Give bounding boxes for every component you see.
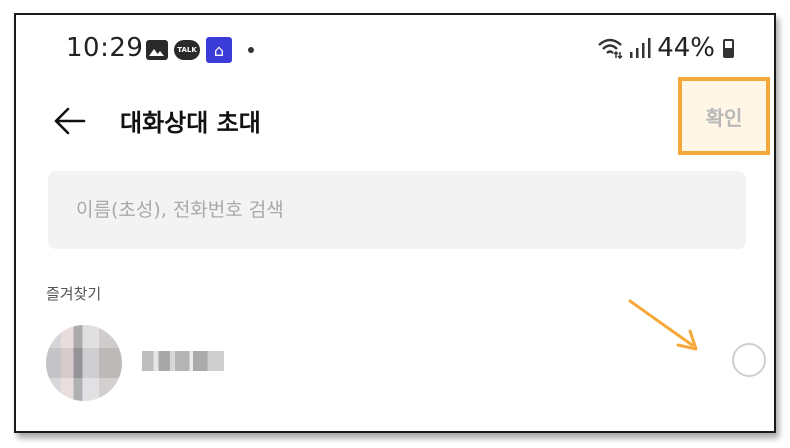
wifi-icon — [598, 38, 623, 59]
home-app-icon: ⌂ — [206, 37, 232, 63]
notification-dot-icon — [248, 47, 254, 53]
battery-icon — [723, 38, 734, 58]
page-title: 대화상대 초대 — [120, 109, 261, 137]
gallery-icon — [146, 40, 168, 60]
status-time: 10:29 — [66, 33, 144, 63]
select-radio[interactable] — [732, 343, 766, 377]
battery-percent: 44% — [657, 33, 715, 63]
annotation-arrow-icon — [628, 299, 698, 351]
phone-screen: 10:29 TALK ⌂ 44% 대화상대 초대 확인 이름(초성), 전화번호… — [14, 13, 776, 433]
status-bar: 10:29 TALK ⌂ 44% — [16, 15, 774, 81]
confirm-button[interactable]: 확인 — [678, 77, 770, 155]
signal-icon — [630, 38, 651, 58]
avatar — [46, 325, 122, 401]
kakaotalk-icon: TALK — [174, 40, 200, 60]
notification-icons: TALK ⌂ — [146, 37, 254, 63]
friend-name — [142, 351, 224, 371]
search-input[interactable] — [48, 171, 746, 249]
system-indicators: 44% — [597, 33, 734, 63]
arrow-left-icon[interactable] — [52, 103, 88, 139]
search-box[interactable] — [48, 171, 746, 249]
favorites-section-label: 즐겨찾기 — [46, 285, 102, 303]
